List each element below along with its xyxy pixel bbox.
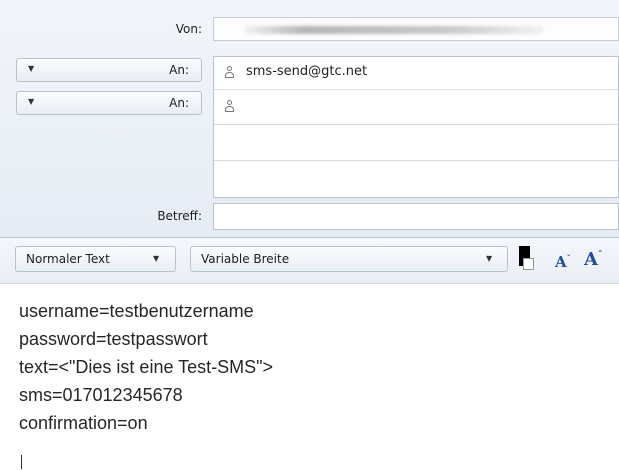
body-line: text=<"Dies ist eine Test-SMS"> <box>19 357 274 377</box>
chevron-down-icon: ▼ <box>153 254 160 263</box>
text-cursor <box>21 455 22 469</box>
body-line: password=testpasswort <box>19 329 208 349</box>
recipient-list[interactable]: sms-send@gtc.net <box>213 56 619 198</box>
divider <box>214 160 618 161</box>
recipient-type-label-2: An: <box>169 96 189 110</box>
from-label: Von: <box>175 22 202 36</box>
body-line: username=testbenutzername <box>19 301 254 321</box>
from-field[interactable] <box>213 17 619 41</box>
recipient-type-label-1: An: <box>169 63 189 77</box>
redacted-sender <box>244 26 544 34</box>
paragraph-style-value: Normaler Text <box>26 252 110 266</box>
divider <box>214 124 618 125</box>
font-value: Variable Breite <box>201 252 290 266</box>
increase-font-icon[interactable]: Aˆ <box>584 249 602 270</box>
recipient-type-button-1[interactable]: ▼ An: <box>16 58 202 82</box>
body-line: sms=017012345678 <box>19 385 183 405</box>
message-body[interactable]: username=testbenutzername password=testp… <box>19 297 609 437</box>
person-icon <box>225 66 234 78</box>
decrease-font-icon[interactable]: Aˇ <box>555 253 571 271</box>
text-color-icon[interactable] <box>519 246 535 272</box>
compose-header: Von: ▼ An: ▼ An: sms-send@gtc.net Betref… <box>0 0 619 238</box>
chevron-down-icon: ▼ <box>28 64 35 73</box>
paragraph-style-select[interactable]: Normaler Text ▼ <box>15 246 176 272</box>
subject-field[interactable] <box>213 203 619 230</box>
chevron-down-icon: ▼ <box>28 97 35 106</box>
body-line: confirmation=on <box>19 413 148 433</box>
recipient-type-button-2[interactable]: ▼ An: <box>16 91 202 115</box>
person-icon <box>225 100 234 112</box>
subject-label: Betreff: <box>157 209 202 223</box>
chevron-down-icon: ▼ <box>486 254 493 263</box>
font-select[interactable]: Variable Breite ▼ <box>190 246 508 272</box>
recipient-address-1[interactable]: sms-send@gtc.net <box>246 64 367 79</box>
divider <box>214 89 618 90</box>
